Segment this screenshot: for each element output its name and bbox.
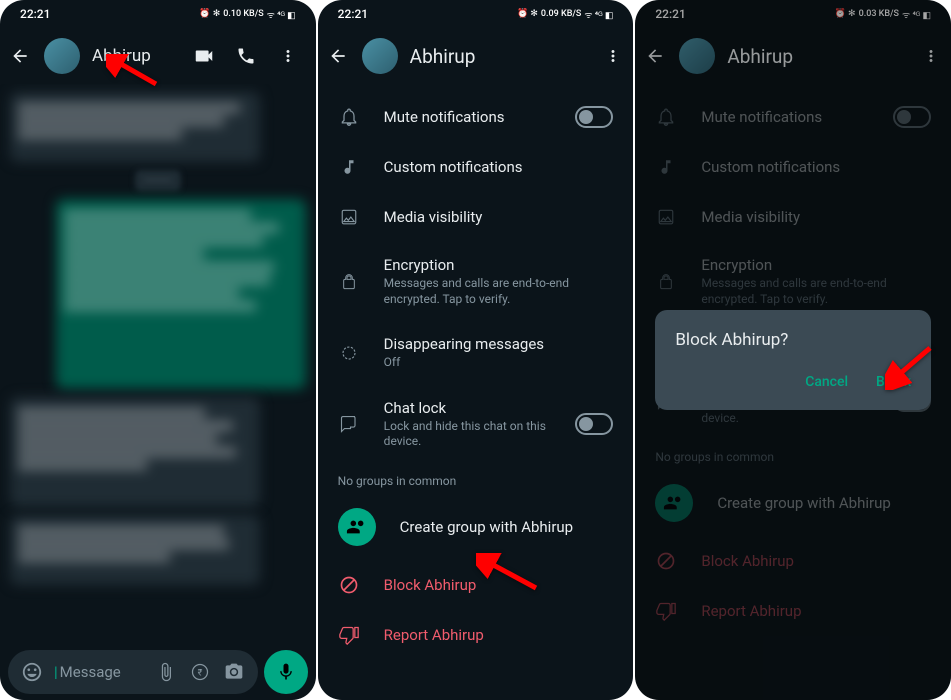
chat-body[interactable]: ········· xyxy=(0,84,316,644)
custom-notifications-row[interactable]: Custom notifications xyxy=(318,142,634,192)
menu-button[interactable] xyxy=(601,44,625,68)
mute-notifications-row[interactable]: Mute notifications xyxy=(318,92,634,142)
enc-sub: Messages and calls are end-to-end encryp… xyxy=(384,276,614,307)
call-button[interactable] xyxy=(234,44,258,68)
note-icon xyxy=(338,156,360,178)
image-icon xyxy=(338,206,360,228)
avatar[interactable] xyxy=(44,38,80,74)
message-outgoing[interactable] xyxy=(56,199,306,389)
status-icons: ⏰ ✻ 0.09 KB/S ᯤ ⁴ᴳ ◧ xyxy=(517,8,613,21)
disappearing-row[interactable]: Disappearing messages Off xyxy=(318,321,634,385)
block-row[interactable]: Block Abhirup xyxy=(318,560,634,610)
create-group-label: Create group with Abhirup xyxy=(400,518,573,536)
chat-header: Abhirup xyxy=(0,28,316,84)
cancel-button[interactable]: Cancel xyxy=(805,374,848,390)
report-row[interactable]: Report Abhirup xyxy=(318,610,634,660)
message-input[interactable]: Message ₹ xyxy=(8,650,258,694)
dialog-title: Block Abhirup? xyxy=(675,330,911,350)
date-separator: ········· xyxy=(135,170,181,191)
svg-text:₹: ₹ xyxy=(197,668,202,678)
message-incoming[interactable] xyxy=(10,92,260,162)
dialog-overlay[interactable]: Block Abhirup? Cancel Block xyxy=(635,0,951,700)
create-group-row[interactable]: Create group with Abhirup xyxy=(318,494,634,560)
media-label: Media visibility xyxy=(384,208,614,226)
no-groups-label: No groups in common xyxy=(318,464,634,494)
disappear-label: Disappearing messages xyxy=(384,335,614,353)
dialog-actions: Cancel Block xyxy=(675,374,911,390)
lock-toggle[interactable] xyxy=(575,413,613,435)
info-header: Abhirup xyxy=(318,28,634,84)
contact-name[interactable]: Abhirup xyxy=(92,46,180,66)
contact-info-screen: 22:21 ⏰ ✻ 0.09 KB/S ᯤ ⁴ᴳ ◧ Abhirup Mute … xyxy=(318,0,634,700)
message-incoming[interactable] xyxy=(10,515,260,585)
status-icons: ⏰ ✻ 0.10 KB/S ᯤ ⁴ᴳ ◧ xyxy=(199,8,295,21)
message-placeholder: Message xyxy=(54,663,144,681)
encryption-row[interactable]: Encryption Messages and calls are end-to… xyxy=(318,242,634,321)
camera-icon[interactable] xyxy=(222,660,246,684)
mute-toggle[interactable] xyxy=(575,106,613,128)
block-dialog-screen: 22:21 ⏰ ✻ 0.03 KB/S ᯤ ⁴ᴳ ◧ Abhirup Mute … xyxy=(635,0,951,700)
rupee-icon[interactable]: ₹ xyxy=(188,660,212,684)
header-actions xyxy=(192,44,308,68)
status-bar: 22:21 ⏰ ✻ 0.10 KB/S ᯤ ⁴ᴳ ◧ xyxy=(0,0,316,28)
thumbs-down-icon xyxy=(338,624,360,646)
back-button[interactable] xyxy=(8,44,32,68)
lock-icon xyxy=(338,271,360,293)
status-time: 22:21 xyxy=(20,7,50,21)
custom-label: Custom notifications xyxy=(384,158,614,176)
back-button[interactable] xyxy=(326,44,350,68)
block-icon xyxy=(338,574,360,596)
report-label: Report Abhirup xyxy=(384,626,484,644)
settings-body[interactable]: Mute notifications Custom notifications … xyxy=(318,84,634,700)
group-icon xyxy=(338,508,376,546)
video-call-button[interactable] xyxy=(192,44,216,68)
block-label: Block Abhirup xyxy=(384,576,477,594)
lock-label: Chat lock xyxy=(384,399,552,417)
status-bar: 22:21 ⏰ ✻ 0.09 KB/S ᯤ ⁴ᴳ ◧ xyxy=(318,0,634,28)
lock-sub: Lock and hide this chat on this device. xyxy=(384,419,552,450)
emoji-icon[interactable] xyxy=(20,660,44,684)
chat-lock-row[interactable]: Chat lock Lock and hide this chat on thi… xyxy=(318,385,634,464)
mute-label: Mute notifications xyxy=(384,108,552,126)
disappear-sub: Off xyxy=(384,355,614,371)
avatar[interactable] xyxy=(362,38,398,74)
chat-lock-icon xyxy=(338,413,360,435)
message-incoming[interactable] xyxy=(10,397,260,507)
status-time: 22:21 xyxy=(338,7,368,21)
block-button[interactable]: Block xyxy=(876,374,911,390)
bell-icon xyxy=(338,106,360,128)
input-bar: Message ₹ xyxy=(0,644,316,700)
timer-icon xyxy=(338,342,360,364)
menu-button[interactable] xyxy=(276,44,300,68)
block-dialog: Block Abhirup? Cancel Block xyxy=(655,310,931,410)
enc-label: Encryption xyxy=(384,256,614,274)
media-visibility-row[interactable]: Media visibility xyxy=(318,192,634,242)
mic-button[interactable] xyxy=(264,650,308,694)
attach-icon[interactable] xyxy=(154,660,178,684)
contact-name[interactable]: Abhirup xyxy=(410,45,590,68)
chat-screen: 22:21 ⏰ ✻ 0.10 KB/S ᯤ ⁴ᴳ ◧ Abhirup ·····… xyxy=(0,0,316,700)
